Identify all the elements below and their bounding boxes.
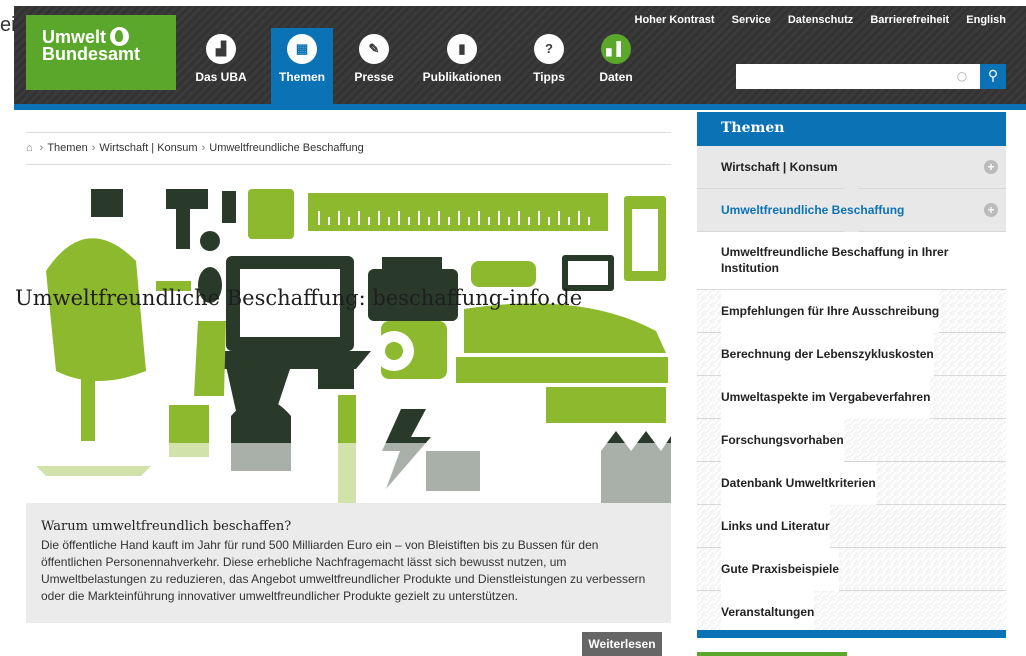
link-datenschutz[interactable]: Datenschutz [788, 14, 853, 26]
sidebar-item-beschaffung-institution[interactable]: Umweltfreundliche Beschaffung in Ihrer I… [697, 232, 1006, 290]
sidebar-bottom-bar [697, 630, 1006, 638]
link-barrierefreiheit[interactable]: Barrierefreiheit [870, 14, 949, 26]
link-english[interactable]: English [966, 14, 1006, 26]
nav-label: Tipps [533, 70, 565, 84]
grid-icon: ▦ [287, 34, 317, 64]
search-icon: ⚲ [987, 68, 999, 84]
home-icon[interactable]: ⌂ [26, 142, 33, 154]
hero-title[interactable]: Umweltfreundliche Beschaffung: beschaffu… [15, 286, 582, 310]
pencil-icon: ✎ [359, 34, 389, 64]
link-hoher-kontrast[interactable]: Hoher Kontrast [635, 14, 715, 26]
sidebar-item-wirtschaft-konsum[interactable]: Wirtschaft | Konsum + [697, 146, 1006, 196]
breadcrumb-item[interactable]: Themen [47, 142, 87, 154]
sidebar-item-label: Datenbank Umweltkriterien [721, 462, 876, 505]
globe-icon [110, 27, 130, 46]
expand-plus-icon[interactable]: + [984, 160, 998, 174]
nav-item-presse[interactable]: ✎ Presse [343, 28, 405, 104]
sidebar-green-accent [697, 652, 847, 656]
building-icon: ▟ [206, 34, 236, 64]
sidebar-item-praxisbeispiele[interactable]: Gute Praxisbeispiele [697, 548, 1006, 591]
sidebar-item-label: Wirtschaft | Konsum [721, 160, 838, 174]
sidebar-item-lebenszykluskosten[interactable]: Berechnung der Lebenszykluskosten [697, 333, 1006, 376]
site-logo[interactable]: Umwelt Bundesamt [26, 15, 176, 90]
breadcrumb-item: Umweltfreundliche Beschaffung [209, 142, 364, 154]
breadcrumb-separator: › [91, 142, 96, 154]
nav-label: Publikationen [422, 70, 502, 84]
search-button[interactable]: ⚲ [980, 64, 1006, 89]
nav-item-daten[interactable]: ▖▌ Daten [585, 28, 647, 104]
nav-label: Daten [599, 70, 633, 84]
sidebar-item-empfehlungen[interactable]: Empfehlungen für Ihre Ausschreibung [697, 290, 1006, 333]
sidebar-item-forschungsvorhaben[interactable]: Forschungsvorhaben [697, 419, 1006, 462]
teaser-heading: Warum umweltfreundlich beschaffen? [41, 519, 292, 534]
sidebar-item-veranstaltungen[interactable]: Veranstaltungen [697, 591, 1006, 634]
sidebar-item-umweltfreundliche-beschaffung[interactable]: Umweltfreundliche Beschaffung + [697, 189, 1006, 239]
nav-item-tipps[interactable]: ? Tipps [518, 28, 580, 104]
nav-item-publikationen[interactable]: ▮ Publikationen [420, 28, 504, 104]
sidebar-item-label: Forschungsvorhaben [721, 419, 844, 462]
sidebar-item-umweltaspekte[interactable]: Umweltaspekte im Vergabeverfahren [697, 376, 1006, 419]
teaser-text: Die öffentliche Hand kauft im Jahr für r… [41, 538, 646, 603]
sidebar-item-label: Veranstaltungen [721, 591, 815, 634]
breadcrumb-separator: › [39, 142, 44, 154]
logo-line2: Bundesamt [42, 44, 141, 64]
teaser-box: Warum umweltfreundlich beschaffen? Die ö… [26, 503, 671, 623]
nav-item-themen[interactable]: ▦ Themen [271, 28, 333, 104]
search-input[interactable] [736, 64, 980, 89]
link-service[interactable]: Service [732, 14, 771, 26]
sidebar-item-links-literatur[interactable]: Links und Literatur [697, 505, 1006, 548]
sidebar-item-label: Empfehlungen für Ihre Ausschreibung [721, 290, 940, 333]
sidebar-item-label: Berechnung der Lebenszykluskosten [721, 333, 934, 376]
barchart-icon: ▖▌ [601, 34, 631, 64]
breadcrumb-item[interactable]: Wirtschaft | Konsum [99, 142, 197, 154]
sidebar-nav: Themen Wirtschaft | Konsum + Umweltfreun… [697, 112, 1006, 656]
sidebar-heading: Themen [697, 112, 1006, 146]
nav-label: Themen [278, 70, 325, 84]
sidebar-item-label: Gute Praxisbeispiele [721, 548, 840, 591]
sidebar-item-label: Links und Literatur [721, 505, 830, 548]
nav-label: Das UBA [195, 70, 247, 84]
expand-plus-icon[interactable]: + [984, 203, 998, 217]
sidebar-item-label: Umweltaspekte im Vergabeverfahren [721, 376, 931, 419]
breadcrumb: ⌂ › Themen › Wirtschaft | Konsum › Umweltfreun… [26, 132, 671, 165]
top-links: Hoher Kontrast Service Datenschutz Barri… [621, 14, 1006, 26]
sidebar-item-datenbank[interactable]: Datenbank Umweltkriterien [697, 462, 1006, 505]
nav-label: Presse [354, 70, 394, 84]
book-icon: ▮ [447, 34, 477, 64]
sidebar-item-label: Umweltfreundliche Beschaffung [721, 203, 905, 217]
weiterlesen-button[interactable]: Weiterlesen [582, 632, 662, 656]
clear-icon[interactable]: ○ [954, 68, 970, 84]
hero-caption [26, 443, 671, 503]
header-accent-bar [14, 104, 1026, 110]
sidebar-item-label: Umweltfreundliche Beschaffung in Ihrer I… [721, 244, 976, 276]
lightbulb-icon: ? [534, 34, 564, 64]
nav-item-das-uba[interactable]: ▟ Das UBA [190, 28, 252, 104]
hero-image [26, 181, 671, 503]
breadcrumb-separator: › [201, 142, 206, 154]
